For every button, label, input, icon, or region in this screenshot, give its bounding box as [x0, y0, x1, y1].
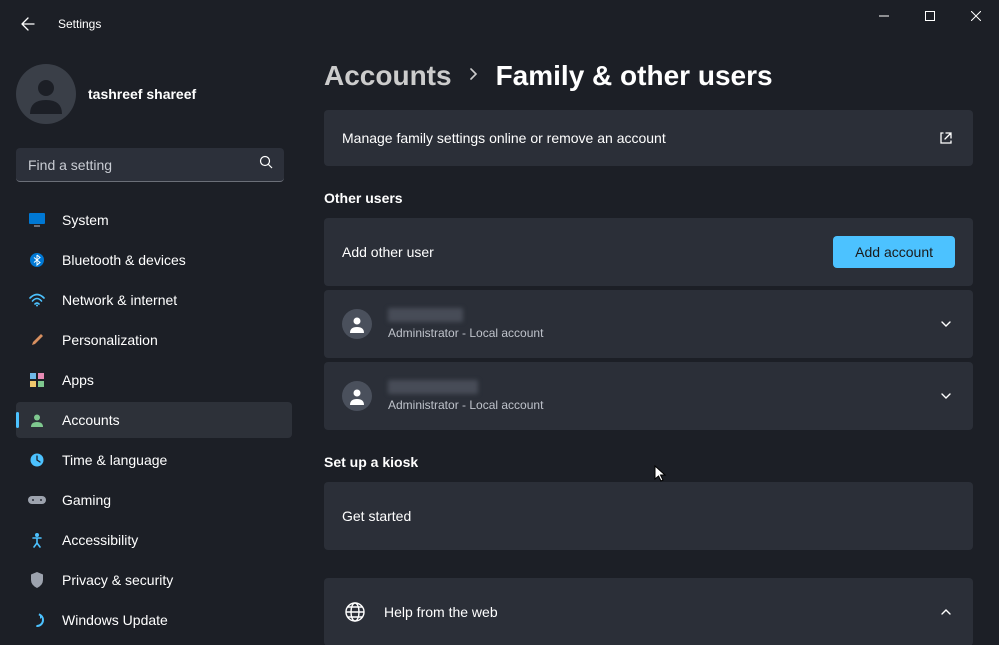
close-button[interactable] [953, 0, 999, 32]
kiosk-card: Get started [324, 482, 973, 550]
nav-item-network[interactable]: Network & internet [16, 282, 292, 318]
account-subtitle: Administrator - Local account [388, 398, 937, 412]
bluetooth-icon [28, 251, 46, 269]
close-icon [971, 11, 981, 21]
apps-icon [28, 371, 46, 389]
nav-label: Personalization [62, 332, 158, 348]
wifi-icon [28, 291, 46, 309]
sidebar: tashreef shareef System Bluetooth & devi… [0, 48, 300, 645]
main-content: Accounts Family & other users Manage fam… [300, 48, 999, 645]
help-title: Help from the web [384, 604, 937, 620]
user-account-row[interactable]: Administrator - Local account [324, 362, 973, 430]
search-icon [259, 155, 274, 175]
breadcrumb-parent[interactable]: Accounts [324, 60, 452, 92]
person-icon [24, 72, 68, 116]
nav-item-system[interactable]: System [16, 202, 292, 238]
get-started-row[interactable]: Get started [324, 482, 973, 550]
breadcrumb-current: Family & other users [496, 60, 773, 92]
help-card: Help from the web [324, 578, 973, 645]
nav-label: Time & language [62, 452, 167, 468]
person-icon [348, 387, 366, 405]
accessibility-icon [28, 531, 46, 549]
account-subtitle: Administrator - Local account [388, 326, 937, 340]
add-account-button[interactable]: Add account [833, 236, 955, 268]
search-box [16, 148, 284, 182]
minimize-icon [879, 11, 889, 21]
get-started-label: Get started [342, 508, 955, 524]
nav-label: Gaming [62, 492, 111, 508]
nav-item-personalization[interactable]: Personalization [16, 322, 292, 358]
nav-label: Network & internet [62, 292, 177, 308]
person-icon [348, 315, 366, 333]
system-icon [28, 211, 46, 229]
update-icon [28, 611, 46, 629]
manage-family-text: Manage family settings online or remove … [342, 130, 937, 146]
kiosk-heading: Set up a kiosk [324, 454, 973, 470]
nav-item-windows-update[interactable]: Windows Update [16, 602, 292, 638]
user-name: tashreef shareef [88, 86, 196, 102]
nav-label: System [62, 212, 109, 228]
chevron-up-icon [937, 603, 955, 621]
nav-list: System Bluetooth & devices Network & int… [0, 202, 300, 638]
add-other-user-card: Add other user Add account [324, 218, 973, 286]
shield-icon [28, 571, 46, 589]
user-account-card-1: Administrator - Local account [324, 362, 973, 430]
nav-label: Windows Update [62, 612, 168, 628]
nav-label: Apps [62, 372, 94, 388]
account-avatar [342, 309, 372, 339]
nav-item-bluetooth[interactable]: Bluetooth & devices [16, 242, 292, 278]
nav-item-privacy[interactable]: Privacy & security [16, 562, 292, 598]
nav-item-time-language[interactable]: Time & language [16, 442, 292, 478]
other-users-heading: Other users [324, 190, 973, 206]
manage-family-card: Manage family settings online or remove … [324, 110, 973, 166]
globe-icon [342, 599, 368, 625]
add-other-user-row: Add other user Add account [324, 218, 973, 286]
nav-item-apps[interactable]: Apps [16, 362, 292, 398]
nav-label: Accounts [62, 412, 120, 428]
user-account-card-0: Administrator - Local account [324, 290, 973, 358]
gaming-icon [28, 491, 46, 509]
back-button[interactable] [12, 8, 44, 40]
window-title: Settings [58, 17, 101, 31]
user-avatar [16, 64, 76, 124]
nav-label: Bluetooth & devices [62, 252, 186, 268]
back-arrow-icon [20, 16, 36, 32]
account-name-redacted [388, 380, 478, 394]
chevron-down-icon [937, 315, 955, 333]
user-block[interactable]: tashreef shareef [0, 56, 300, 148]
nav-item-gaming[interactable]: Gaming [16, 482, 292, 518]
search-input[interactable] [16, 148, 284, 182]
chevron-right-icon [468, 67, 480, 85]
account-avatar [342, 381, 372, 411]
clock-icon [28, 451, 46, 469]
user-account-row[interactable]: Administrator - Local account [324, 290, 973, 358]
manage-family-row[interactable]: Manage family settings online or remove … [324, 110, 973, 166]
minimize-button[interactable] [861, 0, 907, 32]
breadcrumb: Accounts Family & other users [324, 60, 973, 92]
nav-label: Accessibility [62, 532, 138, 548]
paintbrush-icon [28, 331, 46, 349]
account-name-redacted [388, 308, 463, 322]
help-row[interactable]: Help from the web [324, 578, 973, 645]
window-controls [861, 0, 999, 32]
accounts-icon [28, 411, 46, 429]
add-other-user-label: Add other user [342, 244, 833, 260]
maximize-button[interactable] [907, 0, 953, 32]
titlebar: Settings [0, 0, 999, 48]
account-info: Administrator - Local account [388, 380, 937, 412]
account-info: Administrator - Local account [388, 308, 937, 340]
nav-item-accounts[interactable]: Accounts [16, 402, 292, 438]
external-link-icon [937, 129, 955, 147]
nav-label: Privacy & security [62, 572, 173, 588]
nav-item-accessibility[interactable]: Accessibility [16, 522, 292, 558]
chevron-down-icon [937, 387, 955, 405]
maximize-icon [925, 11, 935, 21]
